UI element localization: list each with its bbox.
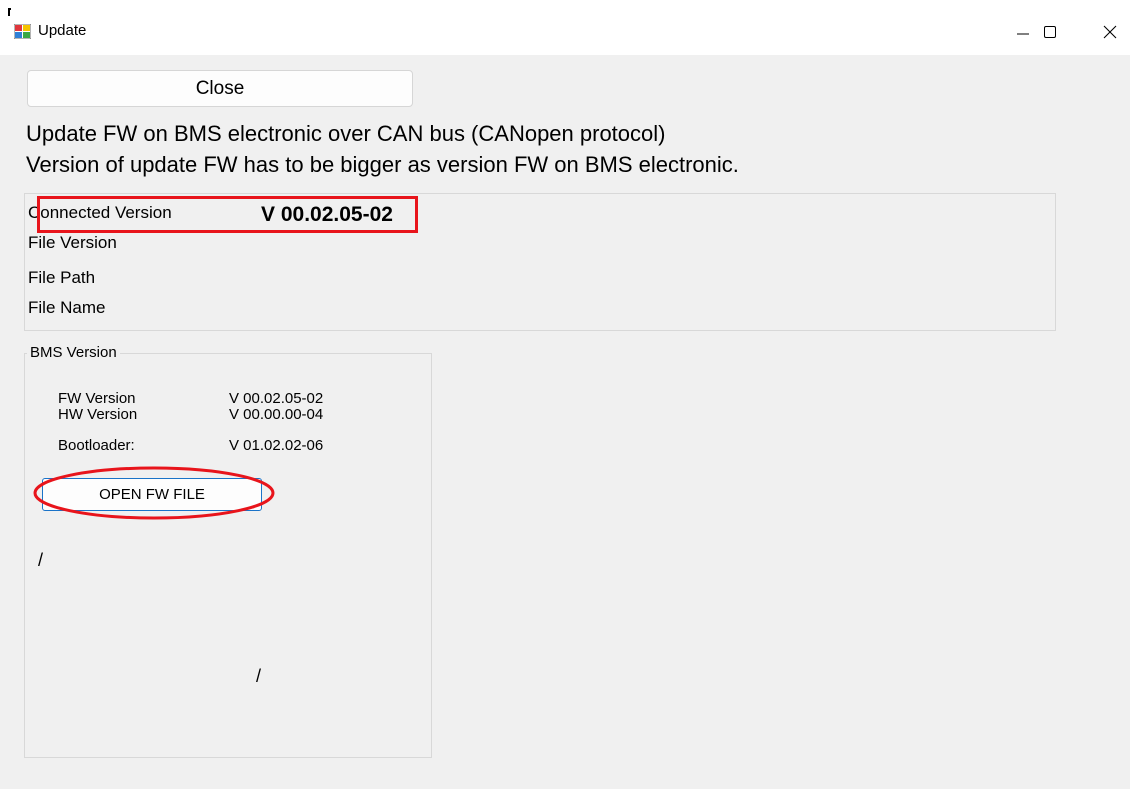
connected-version-highlight: [37, 196, 418, 233]
minimize-icon: [1017, 33, 1029, 35]
status-slash-1: /: [38, 550, 44, 570]
file-version-label: File Version: [28, 233, 117, 252]
bootloader-label: Bootloader:: [58, 437, 135, 454]
window-corner-mark: [8, 8, 11, 16]
status-slash-2: /: [256, 666, 262, 686]
hw-version-label: HW Version: [58, 406, 138, 423]
bms-version-group-title: BMS Version: [27, 344, 120, 361]
update-window: Update Close Update FW on BMS electronic…: [0, 0, 1130, 789]
fw-version-value: V 00.02.05-02: [229, 390, 324, 407]
window-title: Update: [38, 22, 87, 39]
hw-version-value: V 00.00.00-04: [229, 406, 324, 423]
maximize-button[interactable]: [1030, 16, 1070, 48]
file-path-label: File Path: [28, 268, 96, 287]
title-bar[interactable]: Update: [0, 0, 1130, 55]
close-icon: [1103, 25, 1117, 39]
bootloader-value: V 01.02.02-06: [229, 437, 324, 454]
headline-line-2: Version of update FW has to be bigger as…: [26, 152, 739, 177]
maximize-icon: [1044, 26, 1056, 38]
winforms-app-icon: [14, 24, 31, 39]
fw-version-label: FW Version: [58, 390, 136, 407]
headline-line-1: Update FW on BMS electronic over CAN bus…: [26, 121, 666, 146]
open-fw-file-button[interactable]: OPEN FW FILE: [42, 478, 262, 511]
window-close-button[interactable]: [1090, 16, 1130, 48]
file-name-label: File Name: [28, 298, 106, 317]
close-button[interactable]: Close: [27, 70, 413, 107]
